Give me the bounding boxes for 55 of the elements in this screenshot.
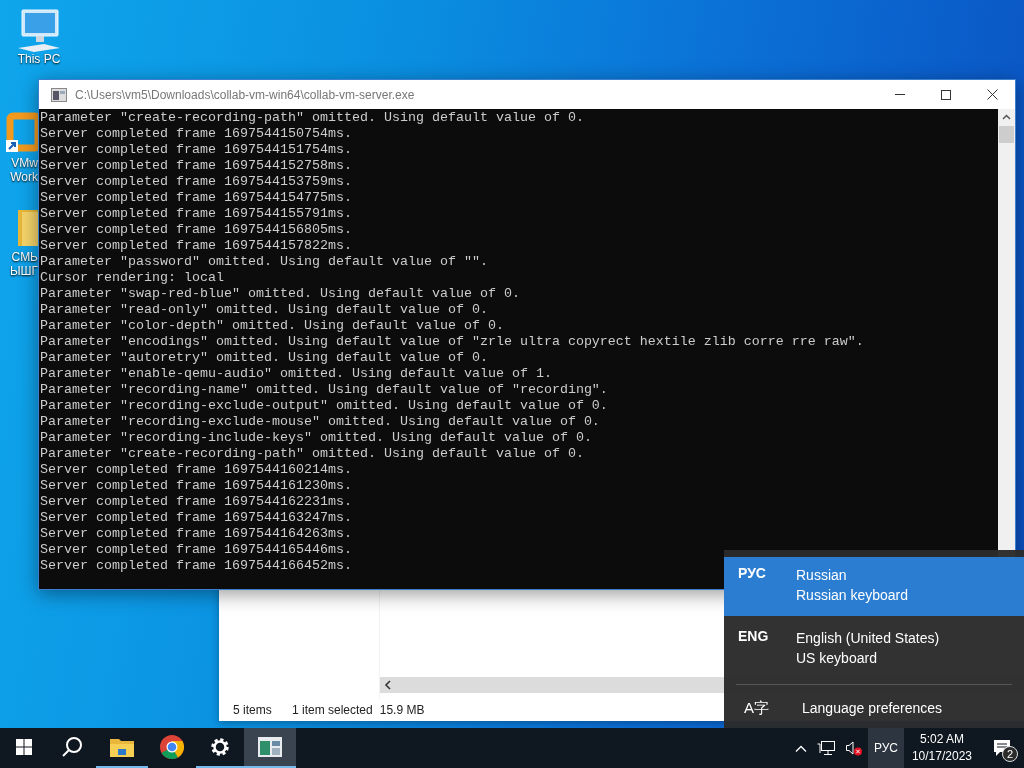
console-line: Server completed frame 1697544152758ms.: [40, 158, 352, 174]
window-title: C:\Users\vm5\Downloads\collab-vm-win64\collab-vm-server.exe: [75, 87, 415, 102]
language-item[interactable]: РУС Russian Russian keyboard: [724, 557, 1024, 616]
maximize-icon: [941, 89, 951, 100]
gear-icon: [209, 736, 231, 758]
network-icon: [816, 740, 835, 756]
console-line: Server completed frame 1697544166452ms.: [40, 558, 352, 574]
console-line: Parameter "recording-exclude-mouse" omitted. Using default value of 0.: [40, 414, 600, 430]
console-line: Server completed frame 1697544157822ms.: [40, 238, 352, 254]
volume-muted-icon: [844, 740, 863, 756]
console-line: Parameter "swap-red-blue" omitted. Using default value of 0.: [40, 286, 520, 302]
console-app-icon: [51, 87, 67, 102]
console-line: Server completed frame 1697544161230ms.: [40, 478, 352, 494]
console-line: Parameter "recording-name" omitted. Using default value of "recording".: [40, 382, 608, 398]
console-line: Server completed frame 1697544164263ms.: [40, 526, 352, 542]
taskbar-app[interactable]: [244, 728, 296, 768]
console-line: Server completed frame 1697544165446ms.: [40, 542, 352, 558]
notification-count: 2: [1002, 746, 1018, 762]
console-line: Parameter "recording-include-keys" omitted. Using default value of 0.: [40, 430, 592, 446]
console-line: Parameter "create-recording-path" omitted. Using default value of 0.: [40, 446, 584, 462]
console-line: Server completed frame 1697544151754ms.: [40, 142, 352, 158]
console-line: Server completed frame 1697544156805ms.: [40, 222, 352, 238]
window-icon: [258, 737, 282, 757]
console-line: Parameter "recording-exclude-output" omitted. Using default value of 0.: [40, 398, 608, 414]
search-icon: [61, 736, 83, 758]
minimize-icon: [895, 94, 905, 95]
status-text: 1 item selected: [292, 703, 373, 717]
close-icon: [986, 89, 998, 100]
console-line: Server completed frame 1697544153759ms.: [40, 174, 352, 190]
language-preferences-link[interactable]: A字 Language preferences: [724, 685, 1024, 731]
console-line: Parameter "read-only" omitted. Using default value of 0.: [40, 302, 488, 318]
status-text: 15.9 MB: [379, 703, 425, 717]
windows-logo-icon: [16, 739, 32, 755]
console-line: Server completed frame 1697544163247ms.: [40, 510, 352, 526]
console-line: Server completed frame 1697544155791ms.: [40, 206, 352, 222]
console-line: Server completed frame 1697544160214ms.: [40, 462, 352, 478]
clock[interactable]: 5:02 AM 10/17/2023: [903, 728, 980, 768]
status-text: 5 items: [233, 703, 273, 717]
chevron-up-icon: [794, 744, 807, 752]
language-item[interactable]: ENG English (United States) US keyboard: [724, 620, 1024, 679]
console-line: Parameter "color-depth" omitted. Using default value of 0.: [40, 318, 504, 334]
notification-button[interactable]: 2: [980, 728, 1024, 768]
console-line: Server completed frame 1697544162231ms.: [40, 494, 352, 510]
console-line: Parameter "encodings" omitted. Using default value of "zrle ultra copyrect hextile zlib corre rre raw".: [40, 334, 864, 350]
console-line: Parameter "password" omitted. Using default value of "".: [40, 254, 488, 270]
console-line: Parameter "autoretry" omitted. Using default value of 0.: [40, 350, 488, 366]
console-line: Server completed frame 1697544154775ms.: [40, 190, 352, 206]
console-line: Parameter "create-recording-path" omitted. Using default value of 0.: [40, 110, 584, 126]
scrollbar-thumb[interactable]: [999, 126, 1014, 143]
console-line: Cursor rendering: local: [40, 270, 224, 286]
console-line: Parameter "enable-qemu-audio" omitted. Using default value of 1.: [40, 366, 552, 382]
folder-icon: [110, 737, 134, 757]
console-line: Server completed frame 1697544150754ms.: [40, 126, 352, 142]
input-language-indicator[interactable]: РУС: [867, 728, 904, 768]
browser-icon: [160, 735, 184, 759]
